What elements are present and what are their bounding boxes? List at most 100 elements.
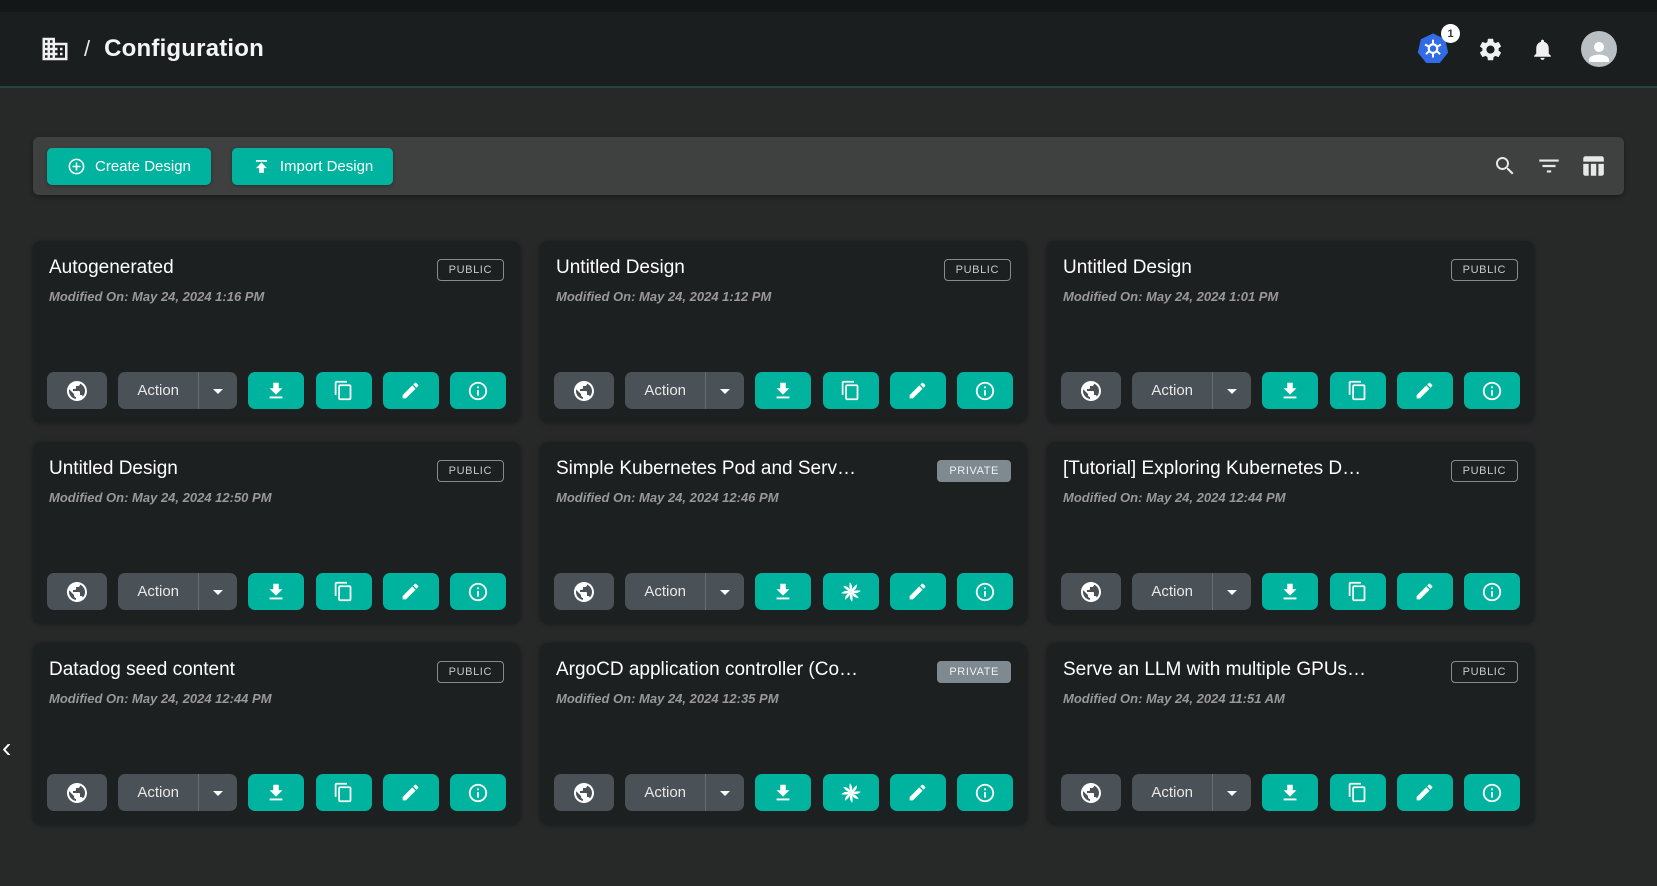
action-button-label[interactable]: Action [1132,784,1212,801]
notifications-bell-icon[interactable] [1530,37,1555,62]
edit-button[interactable] [890,573,946,610]
chevron-down-icon[interactable] [199,781,237,805]
filter-icon[interactable] [1532,149,1566,183]
action-split-button[interactable]: Action [1132,573,1251,610]
info-button[interactable] [957,774,1013,811]
edit-button[interactable] [890,372,946,409]
globe-icon [572,580,596,604]
kubernetes-context-icon[interactable]: 1 [1415,31,1451,67]
info-button[interactable] [450,372,506,409]
chevron-down-icon[interactable] [1213,580,1251,604]
action-button-label[interactable]: Action [625,784,705,801]
create-design-button[interactable]: Create Design [47,148,211,185]
action-split-button[interactable]: Action [118,774,237,811]
visibility-globe-button[interactable] [47,372,107,409]
action-button-label[interactable]: Action [118,382,198,399]
clone-button[interactable] [1330,573,1386,610]
action-button-label[interactable]: Action [118,784,198,801]
download-button[interactable] [755,774,811,811]
action-split-button[interactable]: Action [625,774,744,811]
clone-button[interactable] [823,774,879,811]
action-button-label[interactable]: Action [1132,382,1212,399]
action-button-label[interactable]: Action [625,583,705,600]
info-button[interactable] [450,573,506,610]
settings-gear-icon[interactable] [1477,36,1504,63]
visibility-globe-button[interactable] [554,372,614,409]
clone-button[interactable] [823,372,879,409]
info-button[interactable] [957,372,1013,409]
info-button[interactable] [450,774,506,811]
visibility-globe-button[interactable] [1061,774,1121,811]
download-button[interactable] [755,372,811,409]
clone-button[interactable] [316,774,372,811]
table-view-icon[interactable] [1576,149,1610,183]
visibility-globe-button[interactable] [554,573,614,610]
download-button[interactable] [1262,573,1318,610]
card-action-row: Action [47,372,506,409]
download-button[interactable] [248,372,304,409]
clone-button[interactable] [316,372,372,409]
visibility-globe-button[interactable] [47,774,107,811]
action-button-label[interactable]: Action [118,583,198,600]
chevron-down-icon[interactable] [1213,781,1251,805]
download-button[interactable] [755,573,811,610]
info-button[interactable] [957,573,1013,610]
chevron-down-icon[interactable] [706,379,744,403]
info-icon [467,782,489,804]
chevron-down-icon[interactable] [199,580,237,604]
info-button[interactable] [1464,573,1520,610]
visibility-badge: PUBLIC [944,259,1011,281]
edit-button[interactable] [1397,372,1453,409]
action-split-button[interactable]: Action [1132,774,1251,811]
modified-date: Modified On: May 24, 2024 12:44 PM [1063,490,1518,505]
modified-date: Modified On: May 24, 2024 12:44 PM [49,691,504,706]
edit-button[interactable] [383,774,439,811]
action-button-label[interactable]: Action [1132,583,1212,600]
chevron-down-icon[interactable] [706,781,744,805]
edit-button[interactable] [1397,774,1453,811]
chevron-down-icon[interactable] [1213,379,1251,403]
user-avatar[interactable] [1581,31,1617,67]
plus-circle-icon [67,157,86,176]
visibility-globe-button[interactable] [1061,573,1121,610]
visibility-globe-button[interactable] [1061,372,1121,409]
design-title: Autogenerated [49,257,174,279]
visibility-globe-button[interactable] [554,774,614,811]
app-screen: / Configuration 1 [0,0,1657,886]
pencil-icon [907,380,928,401]
info-icon [1481,380,1503,402]
chevron-down-icon[interactable] [706,580,744,604]
edit-button[interactable] [383,372,439,409]
clone-button[interactable] [316,573,372,610]
import-design-button[interactable]: Import Design [232,148,393,185]
collapse-drawer-chevron-icon[interactable]: ‹ [2,731,11,765]
action-split-button[interactable]: Action [1132,372,1251,409]
card-header: Serve an LLM with multiple GPUs… PUBLIC [1063,659,1518,683]
info-button[interactable] [1464,774,1520,811]
clone-button[interactable] [823,573,879,610]
action-button-label[interactable]: Action [625,382,705,399]
copy-icon [1347,782,1368,803]
action-split-button[interactable]: Action [118,372,237,409]
visibility-globe-button[interactable] [47,573,107,610]
organization-building-icon[interactable] [40,34,70,64]
edit-button[interactable] [890,774,946,811]
breadcrumb: / Configuration [40,34,264,64]
action-split-button[interactable]: Action [625,372,744,409]
design-card: Untitled Design PUBLIC Modified On: May … [540,241,1027,422]
download-button[interactable] [248,774,304,811]
download-button[interactable] [1262,774,1318,811]
download-button[interactable] [248,573,304,610]
chevron-down-icon[interactable] [199,379,237,403]
card-action-row: Action [1061,774,1520,811]
clone-button[interactable] [1330,372,1386,409]
download-button[interactable] [1262,372,1318,409]
edit-button[interactable] [1397,573,1453,610]
info-button[interactable] [1464,372,1520,409]
clone-button[interactable] [1330,774,1386,811]
action-split-button[interactable]: Action [118,573,237,610]
copy-icon [333,581,354,602]
action-split-button[interactable]: Action [625,573,744,610]
search-icon[interactable] [1488,149,1522,183]
edit-button[interactable] [383,573,439,610]
